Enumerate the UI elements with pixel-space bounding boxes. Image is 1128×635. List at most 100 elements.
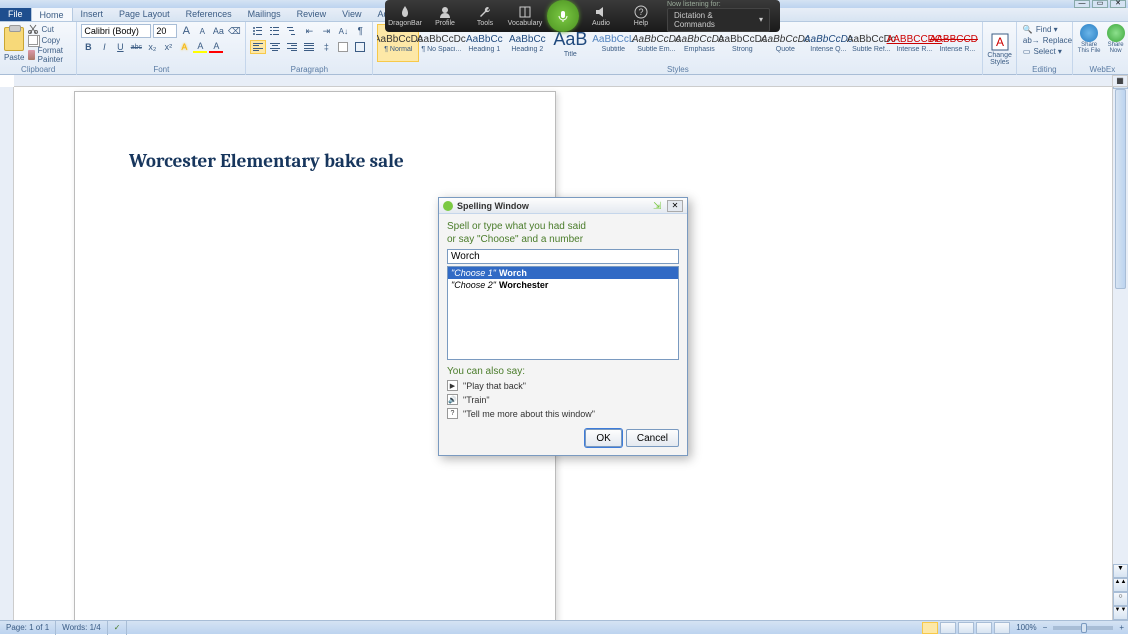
document-heading[interactable]: Worcester Elementary bake sale <box>129 150 501 172</box>
close-button[interactable]: ✕ <box>1110 0 1126 8</box>
scroll-thumb[interactable] <box>1115 89 1126 289</box>
shrink-font-button[interactable]: A <box>195 24 209 38</box>
vertical-ruler[interactable] <box>0 87 14 620</box>
help-button[interactable]: ? Help <box>621 0 661 32</box>
increase-indent-button[interactable]: ⇥ <box>318 24 334 38</box>
book-icon <box>518 5 532 19</box>
ruler-toggle-button[interactable]: ▦ <box>1112 75 1128 87</box>
line-spacing-button[interactable]: ‡ <box>318 40 334 54</box>
show-marks-button[interactable]: ¶ <box>352 24 368 38</box>
font-color-button[interactable]: A <box>209 40 223 54</box>
share-file-icon <box>1080 24 1098 42</box>
justify-button[interactable] <box>301 40 317 54</box>
dragonbar-button[interactable]: DragonBar <box>385 0 425 32</box>
browse-object-button[interactable]: ○ <box>1113 592 1128 606</box>
tab-review[interactable]: Review <box>289 7 335 21</box>
strikethrough-button[interactable]: abc <box>129 40 143 54</box>
cut-button[interactable]: Cut <box>26 24 72 34</box>
profile-icon <box>438 5 452 19</box>
format-painter-button[interactable]: Format Painter <box>26 46 72 64</box>
copy-button[interactable]: Copy <box>26 35 72 45</box>
tab-mailings[interactable]: Mailings <box>240 7 289 21</box>
tab-insert[interactable]: Insert <box>73 7 112 21</box>
full-screen-view[interactable] <box>940 622 956 634</box>
print-layout-view[interactable] <box>922 622 938 634</box>
suggestion-row[interactable]: "Choose 1"Worch <box>448 267 678 279</box>
align-right-button[interactable] <box>284 40 300 54</box>
spelling-input[interactable] <box>447 249 679 264</box>
audio-button[interactable]: Audio <box>581 0 621 32</box>
find-button[interactable]: 🔍Find ▾ <box>1021 24 1068 35</box>
style-item[interactable]: AABBCCDCIntense R... <box>936 24 978 62</box>
font-name-select[interactable] <box>81 24 151 38</box>
command-icon: ▶ <box>447 380 458 391</box>
tools-button[interactable]: Tools <box>465 0 505 32</box>
style-item[interactable]: AaBbCcDcIntense Q... <box>807 24 849 62</box>
profile-button[interactable]: Profile <box>425 0 465 32</box>
share-file-button[interactable]: Share This File <box>1077 24 1102 65</box>
file-tab[interactable]: File <box>0 7 31 21</box>
change-styles-button[interactable]: A Change Styles <box>987 32 1012 66</box>
page-status[interactable]: Page: 1 of 1 <box>0 621 56 635</box>
tab-references[interactable]: References <box>178 7 240 21</box>
prev-page-button[interactable]: ▲▲ <box>1113 578 1128 592</box>
highlight-button[interactable]: A <box>193 40 207 54</box>
web-layout-view[interactable] <box>958 622 974 634</box>
borders-button[interactable] <box>352 40 368 54</box>
font-size-select[interactable] <box>153 24 177 38</box>
align-left-button[interactable] <box>250 40 266 54</box>
tab-view[interactable]: View <box>334 7 369 21</box>
proofing-status[interactable]: ✓ <box>108 621 128 635</box>
group-label: WebEx <box>1077 65 1128 75</box>
vocabulary-button[interactable]: Vocabulary <box>505 0 545 32</box>
dictation-mode-menu[interactable]: Dictation & Commands ▾ <box>667 8 770 32</box>
zoom-slider[interactable] <box>1053 626 1113 630</box>
pin-icon[interactable]: ⇲ <box>653 201 663 211</box>
bullets-button[interactable] <box>250 24 266 38</box>
dialog-close-button[interactable]: ✕ <box>667 200 683 212</box>
bold-button[interactable]: B <box>81 40 95 54</box>
vertical-scrollbar[interactable]: ▲ ▼ ▲▲ ○ ▼▼ <box>1112 75 1128 620</box>
paste-button[interactable]: Paste <box>4 24 24 65</box>
select-button[interactable]: ▭Select ▾ <box>1021 46 1068 57</box>
zoom-thumb[interactable] <box>1081 623 1087 633</box>
zoom-out-button[interactable]: − <box>1043 623 1048 632</box>
underline-button[interactable]: U <box>113 40 127 54</box>
zoom-level[interactable]: 100% <box>1016 623 1036 632</box>
numbering-button[interactable] <box>267 24 283 38</box>
suggestion-row[interactable]: "Choose 2"Worchester <box>448 279 678 291</box>
multilevel-button[interactable] <box>284 24 300 38</box>
style-preview: AaBbCcDc <box>718 34 767 45</box>
replace-button[interactable]: ab→Replace <box>1021 35 1068 46</box>
microphone-button[interactable] <box>547 0 579 32</box>
zoom-in-button[interactable]: + <box>1119 623 1124 632</box>
minimize-button[interactable]: — <box>1074 0 1090 8</box>
grow-font-button[interactable]: A <box>179 24 193 38</box>
subscript-button[interactable]: x₂ <box>145 40 159 54</box>
select-icon: ▭ <box>1023 47 1031 56</box>
scroll-down-button[interactable]: ▼ <box>1113 564 1128 578</box>
draft-view[interactable] <box>994 622 1010 634</box>
outline-view[interactable] <box>976 622 992 634</box>
next-page-button[interactable]: ▼▼ <box>1113 606 1128 620</box>
tab-home[interactable]: Home <box>31 7 73 21</box>
italic-button[interactable]: I <box>97 40 111 54</box>
change-case-button[interactable]: Aa <box>211 24 225 38</box>
clear-format-button[interactable]: ⌫ <box>227 24 241 38</box>
horizontal-ruler[interactable] <box>14 75 1112 87</box>
spelling-window-dialog: Spelling Window ⇲ ✕ Spell or type what y… <box>438 197 688 456</box>
word-count[interactable]: Words: 1/4 <box>56 621 108 635</box>
decrease-indent-button[interactable]: ⇤ <box>301 24 317 38</box>
shading-button[interactable] <box>335 40 351 54</box>
share-now-button[interactable]: Share Now <box>1103 24 1128 65</box>
align-center-button[interactable] <box>267 40 283 54</box>
text-effects-button[interactable]: A <box>177 40 191 54</box>
ok-button[interactable]: OK <box>585 429 621 447</box>
cancel-button[interactable]: Cancel <box>626 429 679 447</box>
maximize-button[interactable]: ▭ <box>1092 0 1108 8</box>
tab-page-layout[interactable]: Page Layout <box>111 7 178 21</box>
sort-button[interactable]: A↓ <box>335 24 351 38</box>
group-change-styles: A Change Styles <box>983 22 1017 75</box>
dialog-titlebar[interactable]: Spelling Window ⇲ ✕ <box>439 198 687 214</box>
superscript-button[interactable]: x² <box>161 40 175 54</box>
